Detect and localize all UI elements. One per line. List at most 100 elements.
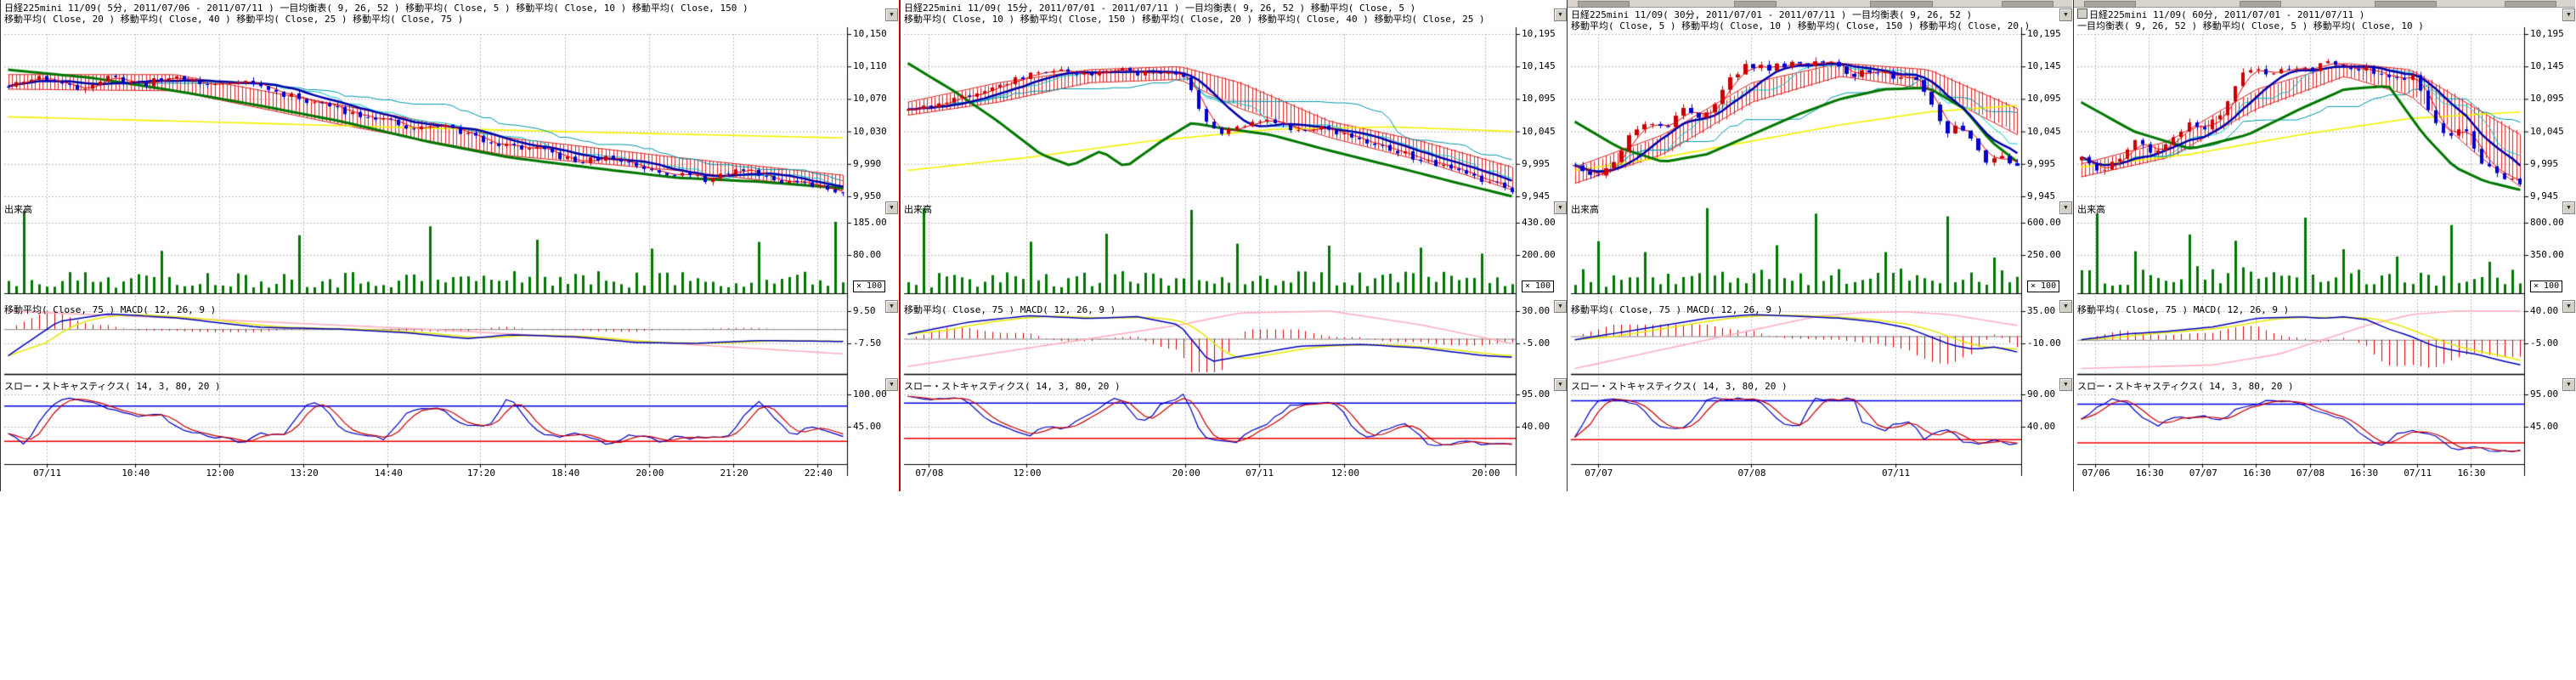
axis-label: 30.00 (1522, 305, 1550, 316)
axis-label: 9,945 (2027, 190, 2055, 201)
axis-label: 10,045 (2027, 126, 2061, 137)
axis-label: 600.00 (2027, 217, 2061, 228)
axis-label: 9,995 (2027, 158, 2055, 169)
chart-indicator-list: 移動平均( Close, 10 ) 移動平均( Close, 150 ) 移動平… (904, 12, 1485, 26)
scrollbar-thumb[interactable] (2084, 1, 2136, 8)
axis-label: -7.50 (853, 337, 881, 348)
scrollbar-thumb[interactable] (2375, 1, 2437, 8)
axis-label: 35.00 (2027, 305, 2055, 316)
axis-label: 40.00 (2027, 421, 2055, 432)
axis-label: 10,070 (853, 93, 887, 104)
axis-label: 10,095 (2530, 93, 2564, 104)
pane-dropdown-button[interactable]: ▼ (885, 201, 898, 214)
macd-pane-label: 移動平均( Close, 75 ) MACD( 12, 26, 9 ) (904, 303, 1116, 316)
axis-label: 10,045 (2530, 126, 2564, 137)
volume-pane-label: 出来高 (4, 202, 32, 216)
axis-label: 9.50 (853, 305, 876, 316)
scrollbar-thumb[interactable] (1578, 1, 1630, 8)
time-axis-label: 07/06 (2082, 468, 2110, 479)
time-axis-label: 20:00 (1472, 468, 1500, 479)
pane-dropdown-button[interactable]: ▼ (1554, 300, 1567, 313)
pane-dropdown-button[interactable]: ▼ (2059, 300, 2072, 313)
window-restore-icon[interactable] (2077, 8, 2087, 19)
pane-dropdown-button[interactable]: ▼ (2562, 8, 2575, 21)
chart-window: 日経225mini 11/09( 30分, 2011/07/01 - 2011/… (1567, 0, 2073, 491)
axis-label: 9,995 (2530, 158, 2558, 169)
pane-dropdown-button[interactable]: ▼ (2059, 201, 2072, 214)
chart-canvas[interactable] (1, 0, 900, 491)
horizontal-scrollbar[interactable] (1568, 0, 2072, 8)
axis-label: -5.00 (1522, 337, 1550, 348)
axis-label: 9,945 (2530, 190, 2558, 201)
axis-label: 10,150 (853, 28, 887, 39)
axis-label: 10,110 (853, 60, 887, 71)
time-axis-label: 07/08 (915, 468, 944, 479)
axis-label: 10,195 (2530, 28, 2564, 39)
time-axis-label: 07/08 (2296, 468, 2325, 479)
pane-dropdown-button[interactable]: ▼ (1554, 8, 1567, 21)
volume-multiplier-box: × 100 (1522, 280, 1554, 292)
chart-window: 日経225mini 11/09( 15分, 2011/07/01 - 2011/… (899, 0, 1567, 491)
scrollbar-thumb[interactable] (2505, 1, 2556, 8)
horizontal-scrollbar[interactable] (2074, 0, 2575, 8)
chart-indicator-list: 移動平均( Close, 20 ) 移動平均( Close, 40 ) 移動平均… (4, 12, 463, 26)
time-axis-label: 10:40 (121, 468, 150, 479)
scrollbar-thumb[interactable] (2240, 1, 2281, 8)
scrollbar-thumb[interactable] (2002, 1, 2053, 8)
pane-dropdown-button[interactable]: ▼ (2059, 8, 2072, 21)
pane-dropdown-button[interactable]: ▼ (1554, 201, 1567, 214)
axis-label: 45.00 (2530, 421, 2558, 432)
axis-label: 10,195 (1522, 28, 1556, 39)
scrollbar-thumb[interactable] (1870, 1, 1932, 8)
time-axis-label: 12:00 (1330, 468, 1359, 479)
pane-dropdown-button[interactable]: ▼ (2562, 201, 2575, 214)
axis-label: 100.00 (853, 388, 887, 400)
time-axis-label: 16:30 (2457, 468, 2486, 479)
pane-dropdown-button[interactable]: ▼ (885, 378, 898, 391)
axis-label: 200.00 (1522, 249, 1556, 260)
axis-label: -5.00 (2530, 337, 2558, 348)
time-axis-label: 21:20 (720, 468, 749, 479)
time-axis-label: 07/07 (1585, 468, 1613, 479)
time-axis-label: 20:00 (636, 468, 664, 479)
time-axis-label: 14:40 (374, 468, 403, 479)
macd-pane-label: 移動平均( Close, 75 ) MACD( 12, 26, 9 ) (4, 303, 216, 316)
pane-dropdown-button[interactable]: ▼ (2562, 300, 2575, 313)
volume-multiplier-box: × 100 (2530, 280, 2562, 292)
scrollbar-thumb[interactable] (1734, 1, 1777, 8)
time-axis-label: 12:00 (206, 468, 234, 479)
time-axis-label: 07/07 (2189, 468, 2217, 479)
chart-indicator-list: 一目均衡表( 9, 26, 52 ) 移動平均( Close, 5 ) 移動平均… (2077, 19, 2424, 32)
time-axis-label: 16:30 (2242, 468, 2271, 479)
chart-canvas[interactable] (2074, 0, 2576, 491)
axis-label: 10,095 (2027, 93, 2061, 104)
axis-label: 10,145 (2027, 60, 2061, 71)
volume-multiplier-box: × 100 (853, 280, 885, 292)
axis-label: 430.00 (1522, 217, 1556, 228)
chart-canvas[interactable] (1568, 0, 2074, 491)
axis-label: 10,145 (1522, 60, 1556, 71)
time-axis-label: 07/08 (1737, 468, 1766, 479)
axis-label: 10,030 (853, 126, 887, 137)
volume-pane-label: 出来高 (904, 202, 932, 216)
axis-label: 40.00 (1522, 421, 1550, 432)
axis-label: 10,195 (2027, 28, 2061, 39)
axis-label: 800.00 (2530, 217, 2564, 228)
pane-dropdown-button[interactable]: ▼ (2562, 378, 2575, 391)
pane-dropdown-button[interactable]: ▼ (2059, 378, 2072, 391)
chart-canvas[interactable] (901, 0, 1568, 491)
pane-dropdown-button[interactable]: ▼ (1554, 378, 1567, 391)
time-axis-label: 22:40 (804, 468, 833, 479)
axis-label: 9,950 (853, 190, 881, 201)
axis-label: 10,095 (1522, 93, 1556, 104)
stoch-pane-label: スロー・ストキャスティクス( 14, 3, 80, 20 ) (904, 379, 1121, 393)
axis-label: 45.00 (853, 421, 881, 432)
axis-label: 350.00 (2530, 249, 2564, 260)
pane-dropdown-button[interactable]: ▼ (885, 8, 898, 21)
time-axis-label: 07/11 (1246, 468, 1274, 479)
axis-label: 9,995 (1522, 158, 1550, 169)
pane-dropdown-button[interactable]: ▼ (885, 300, 898, 313)
chart-window: 日経225mini 11/09( 60分, 2011/07/01 - 2011/… (2073, 0, 2576, 491)
time-axis-label: 13:20 (290, 468, 319, 479)
axis-label: 80.00 (853, 249, 881, 260)
